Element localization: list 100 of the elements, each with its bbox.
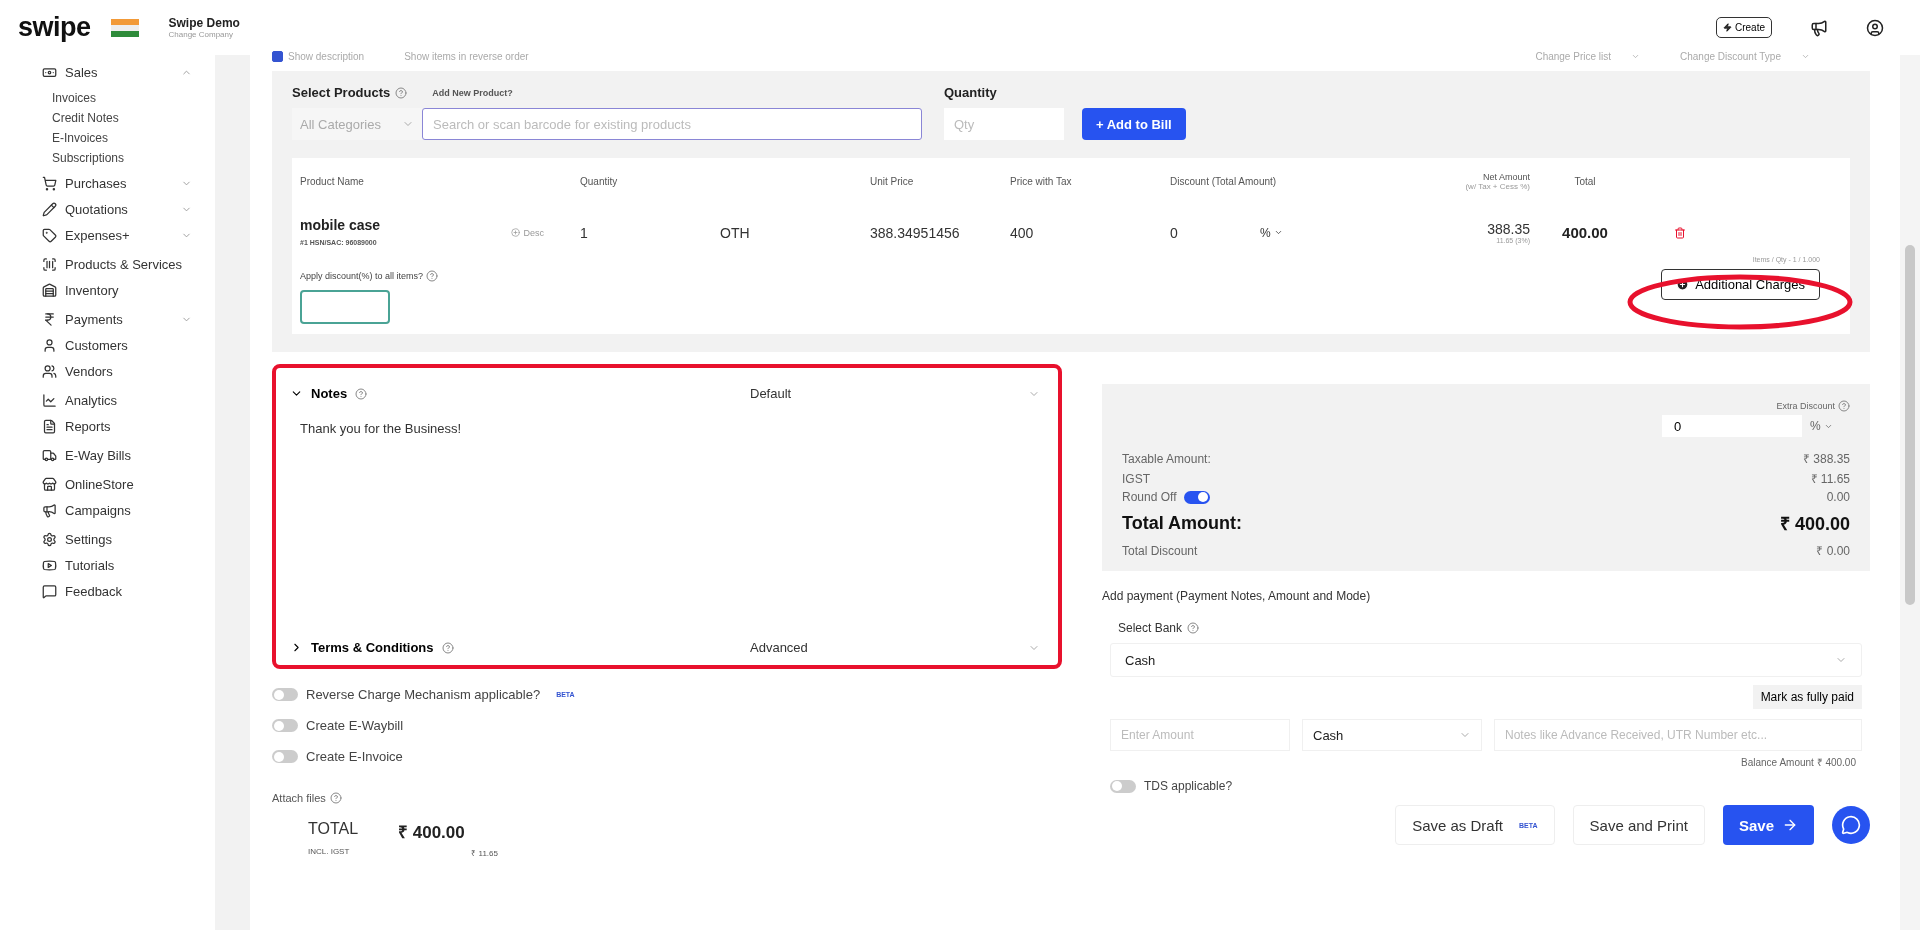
toggle-label: Create E-Waybill — [306, 718, 404, 733]
balance-amount: Balance Amount ₹ 400.00 — [1741, 756, 1856, 769]
toggle-switch[interactable] — [1184, 490, 1211, 504]
sidebar-subitem[interactable]: E-Invoices — [52, 131, 215, 145]
column-header: Product Name — [300, 176, 365, 187]
terms-toggle[interactable]: Terms & Conditions — [290, 640, 750, 655]
help-icon — [1187, 622, 1200, 634]
sidebar-item[interactable]: Campaigns — [42, 503, 192, 518]
toggle-switch[interactable] — [272, 688, 298, 701]
toggle-label: Reverse Charge Mechanism applicable? — [306, 687, 541, 702]
sidebar-item[interactable]: Settings — [42, 532, 192, 547]
add-to-bill-button[interactable]: + Add to Bill — [1082, 108, 1186, 140]
sidebar-item[interactable]: Tutorials — [42, 558, 192, 573]
chat-icon — [42, 584, 57, 599]
select-products-label: Select Products — [292, 85, 391, 100]
discount-cell[interactable]: 0 — [1170, 224, 1260, 241]
total-discount-value: ₹ 0.00 — [1816, 543, 1850, 559]
discount-field[interactable] — [300, 290, 390, 324]
sidebar-item[interactable]: Purchases — [42, 176, 192, 191]
extra-discount-field[interactable]: 0 — [1662, 415, 1802, 437]
truck-icon — [42, 448, 57, 463]
payment-mode-select[interactable]: Cash — [1302, 719, 1482, 751]
sidebar-item[interactable]: Feedback — [42, 584, 192, 599]
total-discount-label: Total Discount — [1122, 543, 1198, 558]
column-header: Discount (Total Amount) — [1170, 176, 1278, 187]
sidebar-subitem[interactable]: Subscriptions — [52, 151, 215, 165]
lightning-icon — [1723, 23, 1732, 32]
megaphone-icon — [42, 503, 57, 518]
discount-type-select[interactable]: % — [1260, 225, 1410, 240]
chart-icon — [42, 393, 57, 408]
payment-notes-field[interactable]: Notes like Advance Received, UTR Number etc... — [1494, 719, 1862, 751]
attach-files-label[interactable]: Attach files — [272, 792, 326, 804]
mark-paid-button[interactable]: Mark as fully paid — [1752, 685, 1862, 709]
column-header: Quantity — [580, 176, 619, 187]
sidebar-item[interactable]: Products & Services — [42, 257, 192, 272]
tax-amount: ₹ 11.65 — [470, 848, 498, 858]
megaphone-icon[interactable] — [1810, 18, 1828, 37]
help-icon — [1838, 400, 1850, 412]
toggle-switch[interactable] — [1110, 779, 1136, 793]
sidebar-item[interactable]: Payments — [42, 312, 192, 327]
help-icon — [441, 641, 454, 654]
terms-template-select[interactable]: Advanced — [750, 640, 1040, 655]
help-icon — [395, 86, 408, 99]
sidebar-subitem[interactable]: Credit Notes — [52, 111, 215, 125]
sidebar-item[interactable]: Customers — [42, 338, 192, 353]
action-button[interactable]: Save and Print — [1572, 805, 1705, 845]
notes-field[interactable]: Thank you for the Business! — [300, 421, 1040, 561]
sidebar-item[interactable]: Sales — [42, 65, 192, 80]
unit-cell[interactable]: OTH — [720, 224, 870, 241]
notes-toggle[interactable]: Notes — [290, 386, 750, 401]
total-amount: ₹ 400.00 — [398, 822, 466, 843]
select-bank-label: Select Bank — [1118, 621, 1183, 635]
delete-icon[interactable] — [1674, 226, 1686, 239]
search-field[interactable]: Search or scan barcode for existing products — [422, 108, 922, 140]
notes-template-select[interactable]: Default — [750, 386, 1040, 401]
checkbox[interactable] — [272, 50, 283, 62]
sidebar-item[interactable]: Inventory — [42, 283, 192, 298]
option-label: Show description — [288, 50, 365, 62]
sidebar-item[interactable]: OnlineStore — [42, 477, 192, 492]
video-icon — [42, 558, 57, 573]
help-icon — [329, 792, 342, 804]
company-name[interactable]: Swipe Demo — [168, 16, 240, 30]
arrow-right-icon — [1782, 817, 1798, 833]
add-product-link[interactable]: Add New Product? — [432, 87, 513, 98]
round-off-label: Round Off — [1122, 490, 1177, 504]
sidebar-item[interactable]: Reports — [42, 419, 192, 434]
pencil-icon — [42, 202, 57, 217]
sidebar-item[interactable]: E-Way Bills — [42, 448, 192, 463]
sidebar-item[interactable]: Analytics — [42, 393, 192, 408]
flag-icon — [110, 18, 139, 37]
sidebar-item[interactable]: Quotations — [42, 202, 192, 217]
unit-price-cell[interactable]: 388.34951456 — [870, 224, 1010, 241]
total-cell-text: 400.00 — [1561, 224, 1609, 241]
column-header: Price with Tax — [1010, 176, 1073, 187]
logo[interactable]: swipe — [18, 12, 91, 43]
amount-field[interactable]: Enter Amount — [1110, 719, 1290, 751]
quantity-cell[interactable]: 1 — [580, 224, 720, 241]
column-header: Total — [1573, 176, 1597, 187]
bank-select[interactable]: Cash — [1110, 643, 1862, 677]
summary-label: Taxable Amount: — [1122, 451, 1211, 466]
total-amount-label: Total Amount: — [1122, 512, 1242, 534]
sidebar-item[interactable]: Vendors — [42, 364, 192, 379]
column-header: Net Amount (w/ Tax + Cess %) — [1464, 172, 1530, 191]
toggle-switch[interactable] — [272, 750, 298, 763]
create-button[interactable]: Create — [1716, 17, 1772, 38]
scrollbar[interactable] — [1905, 245, 1915, 605]
tax-label: INCL. IGST — [308, 847, 351, 858]
option-label: Show items in reverse order — [404, 50, 529, 62]
chat-icon[interactable] — [1841, 815, 1861, 835]
banknote-icon — [42, 65, 57, 80]
save-button[interactable]: Save — [1722, 805, 1814, 845]
apply-discount-label: Apply discount(%) to all items? — [300, 271, 424, 281]
discount-type-select[interactable]: % — [1810, 419, 1850, 433]
toggle-switch[interactable] — [272, 719, 298, 732]
quantity-field[interactable]: Qty — [944, 108, 1064, 140]
summary-value: ₹ 388.35 — [1802, 451, 1850, 467]
price-with-tax-cell[interactable]: 400 — [1010, 224, 1170, 241]
account-icon[interactable] — [1866, 18, 1884, 37]
sidebar-subitem[interactable]: Invoices — [52, 91, 215, 105]
sidebar-item[interactable]: Expenses+ — [42, 228, 192, 243]
